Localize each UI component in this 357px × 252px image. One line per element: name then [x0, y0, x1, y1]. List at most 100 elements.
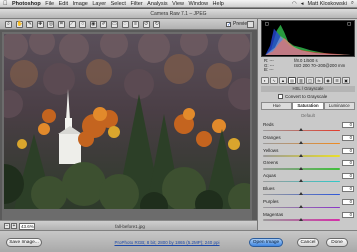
slider-value-oranges[interactable]: 0 — [342, 134, 354, 141]
slider-thumb-magentas[interactable] — [299, 217, 304, 221]
tab-split-toning-icon[interactable]: ▥ — [297, 77, 305, 84]
file-name: fall-before1.jpg — [115, 223, 145, 229]
fullscreen-toggle-icon[interactable] — [247, 21, 254, 28]
default-button[interactable]: Default — [261, 113, 355, 118]
camera-readout: R: --- G: --- B: --- f/8.0 1/500 s ISO 2… — [261, 58, 355, 74]
autumn-church-photo — [4, 34, 250, 209]
menu-filter[interactable]: Filter — [130, 1, 142, 7]
tab-detail-icon[interactable]: ▲ — [279, 77, 287, 84]
slider-label-blues: Blues — [263, 185, 275, 191]
tab-camera-calibration-icon[interactable]: ◉ — [324, 77, 332, 84]
preview-checkbox[interactable]: ✓ — [226, 21, 231, 27]
spot-removal-icon[interactable]: ○ — [79, 20, 87, 28]
convert-grayscale-checkbox[interactable] — [278, 94, 283, 99]
slider-row-reds: Reds 0 — [262, 122, 354, 135]
slider-label-greens: Greens — [263, 160, 279, 166]
tab-effects-icon[interactable]: fx — [315, 77, 323, 84]
menu-window[interactable]: Window — [188, 1, 208, 7]
subtab-saturation[interactable]: Saturation — [292, 102, 324, 110]
slider-row-greens: Greens 0 — [262, 160, 354, 173]
dialog-title: Camera Raw 7.1 – JPEG — [0, 9, 357, 19]
save-image-button[interactable]: Save Image... — [6, 238, 42, 247]
menubar-status: ◠ ◂ Matt Kloskowski ⌕ — [292, 0, 354, 7]
section-title: HSL / Grayscale — [261, 86, 355, 92]
slider-thumb-oranges[interactable] — [299, 141, 304, 145]
cancel-button[interactable]: Cancel — [297, 238, 319, 247]
slider-value-reds[interactable]: 0 — [342, 122, 354, 128]
menu-edit[interactable]: Edit — [59, 1, 68, 7]
subtab-hue[interactable]: Hue — [261, 102, 293, 110]
tab-hsl-icon[interactable]: ▤ — [288, 77, 296, 84]
histogram — [261, 20, 355, 57]
straighten-icon[interactable]: ⟋ — [68, 20, 76, 28]
slider-label-magentas: Magentas — [263, 211, 284, 217]
volume-icon[interactable]: ◂ — [301, 1, 304, 7]
menu-view[interactable]: View — [172, 1, 184, 7]
image-status-bar: − + 43.6% fall-before1.jpg — [0, 220, 257, 230]
dialog-footer: Save Image... ProPhoto RGB; 8 bit; 2800 … — [0, 230, 357, 252]
tab-lens-icon[interactable]: ◫ — [306, 77, 314, 84]
slider-thumb-greens[interactable] — [299, 166, 304, 170]
slider-value-yellows[interactable]: 0 — [342, 147, 354, 154]
app-menu[interactable]: Photoshop — [12, 1, 41, 7]
slider-label-aquas: Aquas — [263, 173, 277, 179]
slider-value-magentas[interactable]: 0 — [342, 211, 354, 218]
targeted-adjustment-icon[interactable]: ◎ — [47, 20, 55, 28]
slider-row-aquas: Aquas 0 — [262, 173, 354, 186]
open-image-button[interactable]: Open Image — [249, 238, 283, 247]
photo-preview[interactable] — [4, 34, 250, 209]
slider-thumb-blues[interactable] — [299, 192, 304, 196]
crop-icon[interactable]: ⌗ — [57, 20, 65, 28]
slider-value-greens[interactable]: 0 — [342, 160, 354, 167]
color-sampler-icon[interactable]: ✚ — [36, 20, 44, 28]
user-name[interactable]: Matt Kloskowski — [307, 1, 346, 7]
menu-analysis[interactable]: Analysis — [147, 1, 167, 7]
spotlight-icon[interactable]: ⌕ — [351, 0, 354, 7]
slider-thumb-aquas[interactable] — [299, 179, 304, 183]
adjustments-panel: R: --- G: --- B: --- f/8.0 1/500 s ISO 2… — [257, 19, 357, 230]
zoom-icon[interactable]: ⌕ — [5, 20, 12, 28]
hsl-subtabs: Hue Saturation Luminance — [261, 102, 355, 110]
white-balance-icon[interactable]: ✎ — [26, 20, 34, 28]
convert-grayscale-label: Convert to Grayscale — [285, 94, 328, 99]
slider-thumb-reds[interactable] — [299, 128, 304, 132]
slider-thumb-purples[interactable] — [299, 205, 304, 209]
saturation-sliders: Reds 0 Oranges 0 Yellows 0 Greens 0 Aquas 0 Blues 0… — [262, 122, 354, 224]
tab-tone-curve-icon[interactable]: ∿ — [270, 77, 278, 84]
zoom-out-button[interactable]: − — [4, 223, 10, 229]
menu-help[interactable]: Help — [213, 1, 224, 7]
slider-label-yellows: Yellows — [263, 147, 279, 153]
done-button[interactable]: Done — [326, 238, 348, 247]
menu-bar:  Photoshop File Edit Image Layer Select… — [0, 0, 357, 8]
graduated-filter-icon[interactable]: ▭ — [110, 20, 118, 28]
menu-select[interactable]: Select — [111, 1, 126, 7]
menu-layer[interactable]: Layer — [92, 1, 106, 7]
slider-thumb-yellows[interactable] — [299, 153, 304, 157]
slider-value-purples[interactable]: 0 — [342, 198, 354, 205]
preferences-icon[interactable]: ≡ — [132, 20, 140, 28]
apple-menu-icon[interactable]:  — [3, 1, 8, 7]
convert-grayscale-toggle[interactable]: Convert to Grayscale — [278, 94, 327, 99]
rotate-left-icon[interactable]: ↺ — [142, 20, 150, 28]
slider-row-magentas: Magentas 0 — [262, 211, 354, 225]
menu-file[interactable]: File — [45, 1, 54, 7]
tab-snapshots-icon[interactable]: ▣ — [342, 77, 350, 84]
slider-row-purples: Purples 0 — [262, 198, 354, 212]
panel-tabs: ◐ ∿ ▲ ▤ ▥ ◫ fx ◉ ☰ ▣ — [261, 76, 355, 85]
radial-filter-icon[interactable]: ◌ — [121, 20, 129, 28]
zoom-level-select[interactable]: 43.6% — [19, 222, 35, 230]
slider-row-oranges: Oranges 0 — [262, 134, 354, 148]
zoom-in-button[interactable]: + — [11, 223, 17, 229]
menu-image[interactable]: Image — [73, 1, 88, 7]
adjustment-brush-icon[interactable]: ✐ — [100, 20, 108, 28]
red-eye-icon[interactable]: ◉ — [89, 20, 97, 28]
tab-basic-icon[interactable]: ◐ — [261, 77, 269, 84]
subtab-luminance[interactable]: Luminance — [323, 102, 355, 110]
wifi-icon[interactable]: ◠ — [292, 1, 297, 7]
tab-presets-icon[interactable]: ☰ — [333, 77, 341, 84]
hand-icon[interactable]: ✋ — [15, 20, 23, 28]
slider-value-aquas[interactable]: 0 — [342, 173, 354, 180]
slider-value-blues[interactable]: 0 — [342, 185, 354, 192]
workflow-options-link[interactable]: ProPhoto RGB; 8 bit; 2800 by 1865 (5.2MP… — [112, 240, 222, 245]
rotate-right-icon[interactable]: ↻ — [153, 20, 161, 28]
